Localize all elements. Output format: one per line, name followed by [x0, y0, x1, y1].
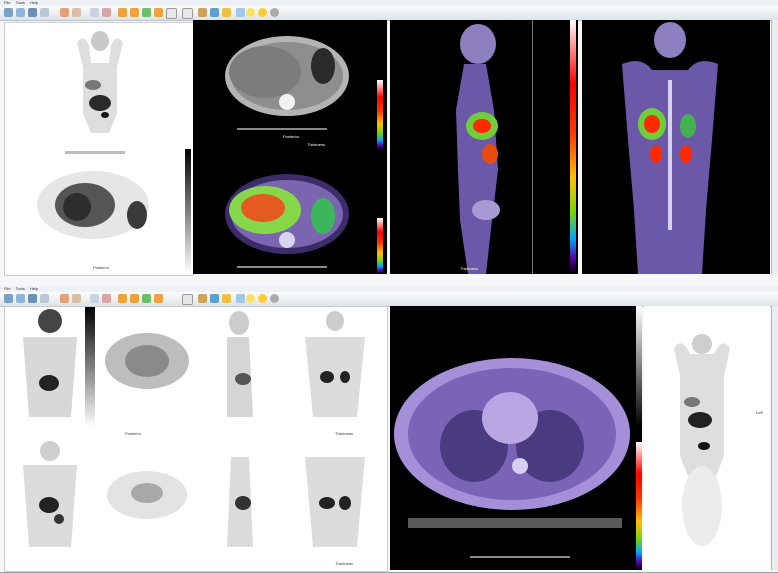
- bookmark-icon[interactable]: [198, 294, 207, 303]
- pet-grid-image: [23, 307, 365, 547]
- cloud-icon[interactable]: [236, 8, 245, 17]
- crop-icon[interactable]: [102, 8, 111, 17]
- thickness-label: Thickness: [335, 561, 354, 566]
- gear-icon[interactable]: [270, 8, 279, 17]
- thickness-label: Thickness: [307, 142, 326, 147]
- measure-icon[interactable]: [90, 294, 99, 303]
- star-icon[interactable]: [222, 294, 231, 303]
- layout-icon[interactable]: [16, 8, 25, 17]
- gray-colorbar: [185, 149, 191, 273]
- menu-help[interactable]: Help: [30, 0, 38, 5]
- zoom-icon[interactable]: [28, 8, 37, 17]
- pet-colorbar: [377, 218, 383, 274]
- axial-fusion-large-image: [394, 358, 630, 528]
- globe-icon[interactable]: [210, 294, 219, 303]
- document-icon[interactable]: [182, 294, 193, 305]
- menu-tools[interactable]: Tools: [16, 286, 25, 291]
- sagittal-fusion-image: [456, 20, 533, 274]
- axial-large-slider[interactable]: [470, 556, 570, 558]
- orientation-posterior-label: Posterior: [283, 134, 300, 139]
- globe-icon[interactable]: [210, 8, 219, 17]
- star-icon[interactable]: [222, 8, 231, 17]
- right-mip-pane[interactable]: Left: [644, 306, 770, 570]
- toolbar: [0, 6, 778, 21]
- pet-colorbar: [377, 80, 383, 150]
- side-tabs[interactable]: [771, 306, 778, 570]
- settings-icon[interactable]: [154, 294, 163, 303]
- zoom-icon[interactable]: [28, 294, 37, 303]
- fusion-icon[interactable]: [40, 8, 49, 17]
- axial-fusion-slider[interactable]: [237, 266, 327, 268]
- document-icon[interactable]: [182, 8, 193, 19]
- toolbar: [0, 292, 778, 307]
- coronal-fusion-pane[interactable]: [582, 20, 770, 274]
- pet-colorbar: [636, 442, 642, 570]
- home-icon[interactable]: [4, 8, 13, 17]
- document-icon[interactable]: [166, 8, 177, 19]
- menu-tools[interactable]: Tools: [16, 0, 25, 5]
- orientation-left-label: Left: [756, 410, 763, 415]
- colormap-icon[interactable]: [72, 294, 81, 303]
- home-icon[interactable]: [4, 294, 13, 303]
- crop-icon[interactable]: [102, 294, 111, 303]
- pet-grid-pane[interactable]: Posterior Thickness Thickness: [4, 306, 388, 572]
- help-icon[interactable]: [258, 8, 267, 17]
- menu-file[interactable]: File: [4, 0, 10, 5]
- axial-ct-pane[interactable]: Posterior Thickness: [193, 20, 387, 274]
- measure-icon[interactable]: [90, 8, 99, 17]
- window-level-icon[interactable]: [60, 294, 69, 303]
- rotate-icon[interactable]: [118, 294, 127, 303]
- colormap-icon[interactable]: [72, 8, 81, 17]
- lightbulb-icon[interactable]: [246, 8, 255, 17]
- pet-mip-pane[interactable]: Posterior: [4, 22, 194, 276]
- layout-icon[interactable]: [16, 294, 25, 303]
- thickness-label: Thickness: [335, 431, 354, 436]
- cloud-icon[interactable]: [236, 294, 245, 303]
- menu-help[interactable]: Help: [30, 286, 38, 291]
- help-icon[interactable]: [258, 294, 267, 303]
- settings-icon[interactable]: [154, 8, 163, 17]
- viewer-window-a: File Tools Help a: [0, 0, 778, 287]
- axial-ct-slider[interactable]: [237, 128, 327, 130]
- axial-fusion-large-pane[interactable]: [390, 306, 642, 570]
- orientation-posterior-label: Posterior: [125, 431, 142, 436]
- right-mip-image: [674, 334, 730, 546]
- side-tabs[interactable]: [771, 20, 778, 274]
- save-icon[interactable]: [130, 294, 139, 303]
- viewer-window-b: File Tools Help b: [0, 286, 778, 573]
- pet-colorbar: [570, 20, 576, 274]
- sagittal-fusion-pane[interactable]: Thickness: [390, 20, 578, 274]
- gear-icon[interactable]: [270, 294, 279, 303]
- rotate-icon[interactable]: [118, 8, 127, 17]
- lightbulb-icon[interactable]: [246, 294, 255, 303]
- bookmark-icon[interactable]: [198, 8, 207, 17]
- print-icon[interactable]: [142, 294, 151, 303]
- thickness-label: Thickness: [460, 266, 479, 271]
- window-level-icon[interactable]: [60, 8, 69, 17]
- save-icon[interactable]: [130, 8, 139, 17]
- fusion-icon[interactable]: [40, 294, 49, 303]
- ct-colorbar: [636, 306, 642, 426]
- print-icon[interactable]: [142, 8, 151, 17]
- pet-mip-image: [37, 31, 149, 239]
- orientation-posterior-label: Posterior: [93, 265, 110, 270]
- coronal-fusion-image: [622, 22, 718, 274]
- menu-file[interactable]: File: [4, 286, 10, 291]
- axial-ct-fusion-image: [225, 36, 349, 254]
